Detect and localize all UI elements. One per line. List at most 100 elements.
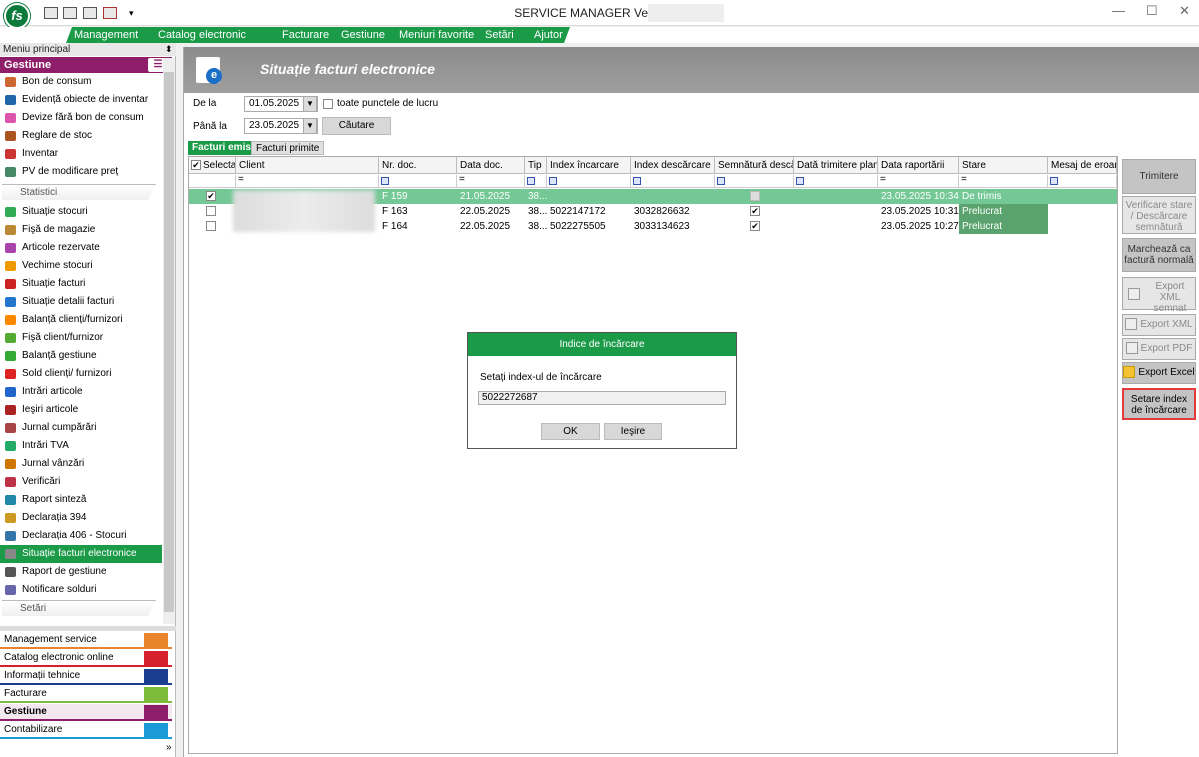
sidebar-item[interactable]: Declarația 394	[0, 509, 162, 527]
filter-cell[interactable]	[525, 175, 547, 188]
row-select-checkbox[interactable]: ✔	[206, 191, 216, 201]
column-header[interactable]: Mesaj de eroare	[1048, 157, 1117, 174]
search-button[interactable]: Căutare	[322, 117, 391, 135]
sidebar-item[interactable]: Balanță clienți/furnizori	[0, 311, 162, 329]
cell-ii	[547, 189, 631, 204]
module-0[interactable]: Management service	[0, 632, 172, 649]
filter-cell[interactable]	[794, 175, 878, 188]
all-points-checkbox[interactable]	[323, 99, 333, 109]
menu-5[interactable]: Setări	[477, 27, 534, 43]
sidebar-item[interactable]: Sold clienți/ furnizori	[0, 365, 162, 383]
maximize-icon[interactable]: ☐	[1146, 3, 1158, 19]
sidebar-item[interactable]: Notificare solduri	[0, 581, 162, 599]
module-3[interactable]: Facturare	[0, 686, 172, 703]
sidebar-item[interactable]: Reglare de stoc	[0, 127, 162, 145]
sidebar-item[interactable]: Vechime stocuri	[0, 257, 162, 275]
column-header[interactable]: Index încarcare	[547, 157, 631, 174]
filter-cell[interactable]: =	[878, 175, 959, 188]
setare-index-button[interactable]: Setare index de încărcare	[1122, 388, 1196, 420]
sidebar-item[interactable]: Raport de gestiune	[0, 563, 162, 581]
module-5[interactable]: Contabilizare	[0, 722, 172, 739]
sidebar-item[interactable]: Raport sinteză	[0, 491, 162, 509]
marcheaza-button[interactable]: Marchează ca factură normală	[1122, 238, 1196, 272]
column-header[interactable]: Data doc.	[457, 157, 525, 174]
filter-cell[interactable]	[631, 175, 715, 188]
tab-facturi-primite[interactable]: Facturi primite	[251, 141, 325, 155]
filter-cell[interactable]: =	[457, 175, 525, 188]
verificare-button[interactable]: Verificare stare / Descărcare semnătură	[1122, 196, 1196, 234]
export-xml-button[interactable]: Export XML	[1122, 314, 1196, 336]
section-setari[interactable]: Setări	[2, 600, 156, 616]
section-statistici[interactable]: Statistici	[2, 184, 156, 200]
menu-2[interactable]: Facturare	[274, 27, 341, 43]
export-xml-semnat-button[interactable]: Export XML semnat	[1122, 277, 1196, 314]
sidebar-item[interactable]: Situație stocuri	[0, 203, 162, 221]
sidebar-item[interactable]: Intrări TVA	[0, 437, 162, 455]
sidebar-item[interactable]: Balanță gestiune	[0, 347, 162, 365]
module-4[interactable]: Gestiune	[0, 704, 172, 721]
select-all-checkbox[interactable]: ✔	[191, 160, 201, 170]
export-excel-button[interactable]: Export Excel	[1122, 362, 1196, 384]
filter-cell[interactable]: =	[236, 175, 379, 188]
sidebar-item[interactable]: Declarația 406 - Stocuri	[0, 527, 162, 545]
filter-cell[interactable]	[1048, 175, 1117, 188]
sidebar-item[interactable]: Evidență obiecte de inventar	[0, 91, 162, 109]
sidebar-item-selected[interactable]: Situație facturi electronice	[0, 545, 162, 563]
sidebar-item[interactable]: Fişă de magazie	[0, 221, 162, 239]
filter-cell[interactable]	[189, 175, 236, 188]
column-header[interactable]: Dată trimitere planif	[794, 157, 878, 174]
column-header[interactable]: Client	[236, 157, 379, 174]
sidebar-item[interactable]: Intrări articole	[0, 383, 162, 401]
sidebar-item[interactable]: Situație facturi	[0, 275, 162, 293]
expand-icon[interactable]: »	[166, 742, 172, 753]
column-header[interactable]: Nr. doc.	[379, 157, 457, 174]
menu-1[interactable]: Catalog electronic online	[150, 27, 282, 43]
index-input[interactable]: 5022272687	[478, 391, 726, 405]
iesire-button[interactable]: Ieşire	[604, 423, 662, 440]
module-2[interactable]: Informații tehnice	[0, 668, 172, 685]
pin-icon[interactable]: ⬍	[165, 44, 173, 55]
ok-button[interactable]: OK	[541, 423, 600, 440]
filter-cell[interactable]	[715, 175, 794, 188]
row-select-checkbox[interactable]	[206, 221, 216, 231]
menu-6[interactable]: Ajutor	[526, 27, 570, 43]
sidebar-item[interactable]: Ieşiri articole	[0, 401, 162, 419]
date-from-dropdown[interactable]: ▼	[303, 96, 317, 112]
close-icon[interactable]: ✕	[1179, 3, 1190, 19]
menu-0[interactable]: Management service	[66, 27, 158, 43]
trimitere-button[interactable]: Trimitere	[1122, 159, 1196, 194]
tab-facturi-emise[interactable]: Facturi emise	[188, 141, 261, 155]
splitter[interactable]	[0, 626, 176, 631]
sidebar-item[interactable]: PV de modificare preț	[0, 163, 162, 181]
menu-4[interactable]: Meniuri favorite	[391, 27, 485, 43]
sidebar-item[interactable]: Verificări	[0, 473, 162, 491]
column-header[interactable]: Data raportării	[878, 157, 959, 174]
signature-checkbox[interactable]: ✔	[750, 221, 760, 231]
sidebar-item[interactable]: Bon de consum	[0, 73, 162, 91]
sidebar-item[interactable]: Articole rezervate	[0, 239, 162, 257]
item-icon	[5, 167, 16, 177]
menu-3[interactable]: Gestiune	[333, 27, 399, 43]
row-select-checkbox[interactable]	[206, 206, 216, 216]
sidebar-item[interactable]: Situație detalii facturi	[0, 293, 162, 311]
minimize-icon[interactable]: —	[1112, 3, 1125, 18]
sidebar-item[interactable]: Fişă client/furnizor	[0, 329, 162, 347]
column-header[interactable]: Index descărcare	[631, 157, 715, 174]
date-to-dropdown[interactable]: ▼	[303, 118, 317, 134]
sidebar-item[interactable]: Devize fără bon de consum	[0, 109, 162, 127]
scroll-thumb[interactable]	[164, 72, 174, 612]
sidebar-item[interactable]: Jurnal cumpărări	[0, 419, 162, 437]
sidebar-item[interactable]: Inventar	[0, 145, 162, 163]
column-header[interactable]: Stare	[959, 157, 1048, 174]
column-header[interactable]: Semnătură descă	[715, 157, 794, 174]
filter-cell[interactable]	[547, 175, 631, 188]
module-1[interactable]: Catalog electronic online	[0, 650, 172, 667]
signature-checkbox[interactable]: ✔	[750, 206, 760, 216]
signature-checkbox[interactable]	[750, 191, 760, 201]
group-gestiune[interactable]: Gestiune ☰	[0, 57, 172, 73]
sidebar-item[interactable]: Jurnal vânzări	[0, 455, 162, 473]
column-header[interactable]: Tip	[525, 157, 547, 174]
export-pdf-button[interactable]: Export PDF	[1122, 338, 1196, 360]
filter-cell[interactable]: =	[959, 175, 1048, 188]
filter-cell[interactable]	[379, 175, 457, 188]
